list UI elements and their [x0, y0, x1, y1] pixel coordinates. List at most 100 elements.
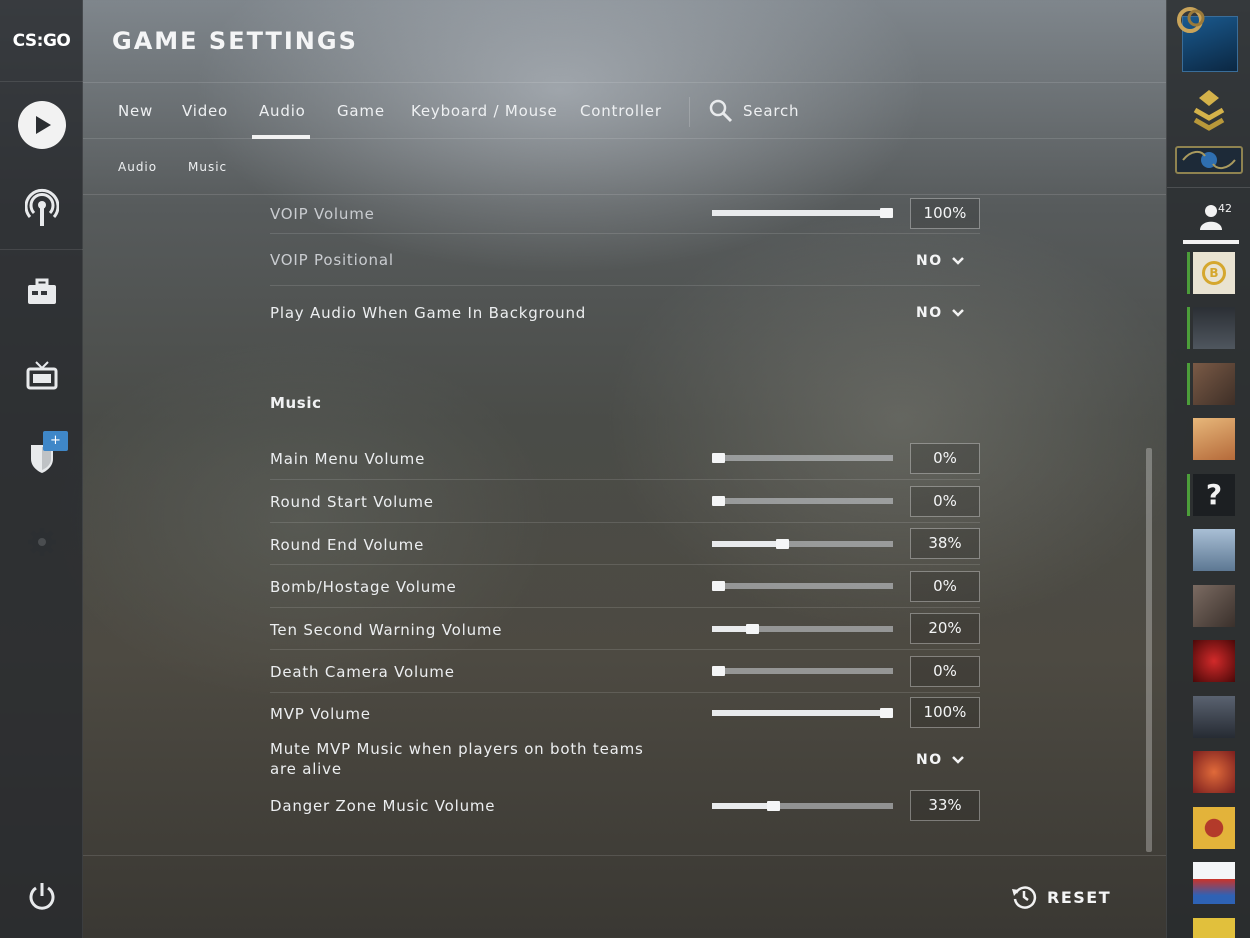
tab-game[interactable]: Game: [337, 83, 385, 139]
right-panel: 42 B ?: [1166, 0, 1250, 938]
broadcast-icon: [24, 188, 59, 226]
slider-knob[interactable]: [712, 453, 725, 463]
tab-video[interactable]: Video: [182, 83, 228, 139]
danger-zone-music-volume-value[interactable]: 33%: [910, 790, 980, 821]
danger-zone-music-volume-slider[interactable]: [712, 801, 893, 811]
mute-mvp-music-dropdown[interactable]: NO: [916, 750, 965, 770]
friend-avatar[interactable]: [1187, 807, 1235, 849]
avatar: [1193, 696, 1235, 738]
competitive-rank-icon[interactable]: [1175, 146, 1243, 174]
chevron-down-icon: [951, 756, 964, 764]
medal-icon: [1177, 7, 1205, 33]
main-menu-volume-value[interactable]: 0%: [910, 443, 980, 474]
friends-count: 42: [1218, 202, 1232, 215]
setting-label: Ten Second Warning Volume: [270, 621, 503, 639]
broadcast-button[interactable]: [0, 186, 83, 230]
nav-divider: [0, 249, 83, 250]
power-icon: [29, 883, 54, 910]
friend-avatar[interactable]: [1187, 640, 1235, 682]
tab-audio[interactable]: Audio: [252, 83, 310, 139]
slider-knob[interactable]: [776, 539, 789, 549]
reset-button[interactable]: RESET: [1011, 884, 1111, 910]
round-start-volume-value[interactable]: 0%: [910, 486, 980, 517]
voip-volume-slider[interactable]: [712, 208, 893, 218]
question-mark-icon: ?: [1193, 474, 1235, 516]
voip-positional-dropdown[interactable]: NO: [916, 251, 965, 271]
setting-danger-zone-music-volume: Danger Zone Music Volume 33%: [270, 783, 980, 829]
gear-icon: [27, 528, 56, 556]
power-button[interactable]: [0, 878, 83, 914]
friend-avatar[interactable]: [1187, 696, 1235, 738]
watch-button[interactable]: [0, 356, 83, 396]
slider-knob[interactable]: [712, 666, 725, 676]
avatar: [1193, 307, 1235, 349]
tab-controller[interactable]: Controller: [580, 83, 662, 139]
friend-avatar[interactable]: ?: [1187, 474, 1235, 516]
reset-label: RESET: [1047, 887, 1112, 907]
setting-label: Bomb/Hostage Volume: [270, 578, 457, 596]
bomb-hostage-volume-slider[interactable]: [712, 581, 893, 591]
avatar: [1193, 418, 1235, 460]
profile-avatar[interactable]: [1176, 6, 1240, 74]
footer: RESET: [83, 855, 1166, 938]
death-camera-volume-value[interactable]: 0%: [910, 656, 980, 687]
tab-keyboard-mouse[interactable]: Keyboard / Mouse: [411, 83, 558, 139]
inventory-button[interactable]: [0, 272, 83, 312]
ten-second-warning-volume-value[interactable]: 20%: [910, 613, 980, 644]
main-menu-volume-slider[interactable]: [712, 453, 893, 463]
friend-avatar[interactable]: [1187, 862, 1235, 904]
friend-avatar[interactable]: [1187, 751, 1235, 793]
friend-avatar[interactable]: [1187, 418, 1235, 460]
play-button[interactable]: [0, 100, 83, 150]
left-nav: CS:GO +: [0, 0, 83, 938]
subtab-audio[interactable]: Audio: [118, 139, 157, 195]
voip-volume-value[interactable]: 100%: [910, 198, 980, 229]
slider-knob[interactable]: [880, 708, 893, 718]
slider-knob[interactable]: [712, 581, 725, 591]
avatar: [1193, 918, 1235, 938]
setting-label: Mute MVP Music when players on both team…: [270, 739, 644, 779]
csgo-logo[interactable]: CS:GO: [0, 0, 83, 82]
subtab-music[interactable]: Music: [188, 139, 227, 195]
slider-knob[interactable]: [712, 496, 725, 506]
setting-main-menu-volume: Main Menu Volume 0%: [270, 437, 980, 480]
search-icon: [709, 99, 733, 123]
rank-icon[interactable]: [1189, 88, 1229, 136]
friend-avatar[interactable]: [1187, 585, 1235, 627]
operation-button[interactable]: [0, 440, 83, 476]
friends-button[interactable]: 42: [1183, 200, 1239, 238]
setting-death-camera-volume: Death Camera Volume 0%: [270, 650, 980, 693]
search-button[interactable]: Search: [709, 98, 799, 124]
play-audio-background-dropdown[interactable]: NO: [916, 303, 965, 323]
panel-divider: [1167, 187, 1250, 188]
settings-scrollbar[interactable]: [1146, 448, 1152, 852]
friend-avatar[interactable]: B: [1187, 252, 1235, 294]
friends-underline: [1183, 240, 1239, 244]
ten-second-warning-volume-slider[interactable]: [712, 624, 893, 634]
round-end-volume-value[interactable]: 38%: [910, 528, 980, 559]
slider-knob[interactable]: [746, 624, 759, 634]
dropdown-value: NO: [916, 253, 943, 269]
death-camera-volume-slider[interactable]: [712, 666, 893, 676]
round-end-volume-slider[interactable]: [712, 539, 893, 549]
setting-round-start-volume: Round Start Volume 0%: [270, 480, 980, 523]
setting-voip-positional: VOIP Positional NO: [270, 234, 980, 286]
friend-avatar[interactable]: [1187, 529, 1235, 571]
friend-avatar[interactable]: [1187, 307, 1235, 349]
plus-badge-icon: +: [43, 431, 68, 451]
badge-letter: B: [1202, 261, 1226, 285]
slider-knob[interactable]: [767, 801, 780, 811]
play-icon: [17, 101, 66, 149]
bomb-hostage-volume-value[interactable]: 0%: [910, 571, 980, 602]
mvp-volume-slider[interactable]: [712, 708, 893, 718]
settings-button[interactable]: [0, 524, 83, 560]
setting-label: VOIP Volume: [270, 205, 375, 223]
round-start-volume-slider[interactable]: [712, 496, 893, 506]
subtabs-bar: Audio Music: [83, 139, 1166, 195]
slider-knob[interactable]: [880, 208, 893, 218]
dropdown-value: NO: [916, 305, 943, 321]
mvp-volume-value[interactable]: 100%: [910, 697, 980, 728]
friend-avatar[interactable]: [1187, 363, 1235, 405]
friend-avatar[interactable]: [1187, 918, 1235, 938]
tab-new[interactable]: New: [118, 83, 153, 139]
